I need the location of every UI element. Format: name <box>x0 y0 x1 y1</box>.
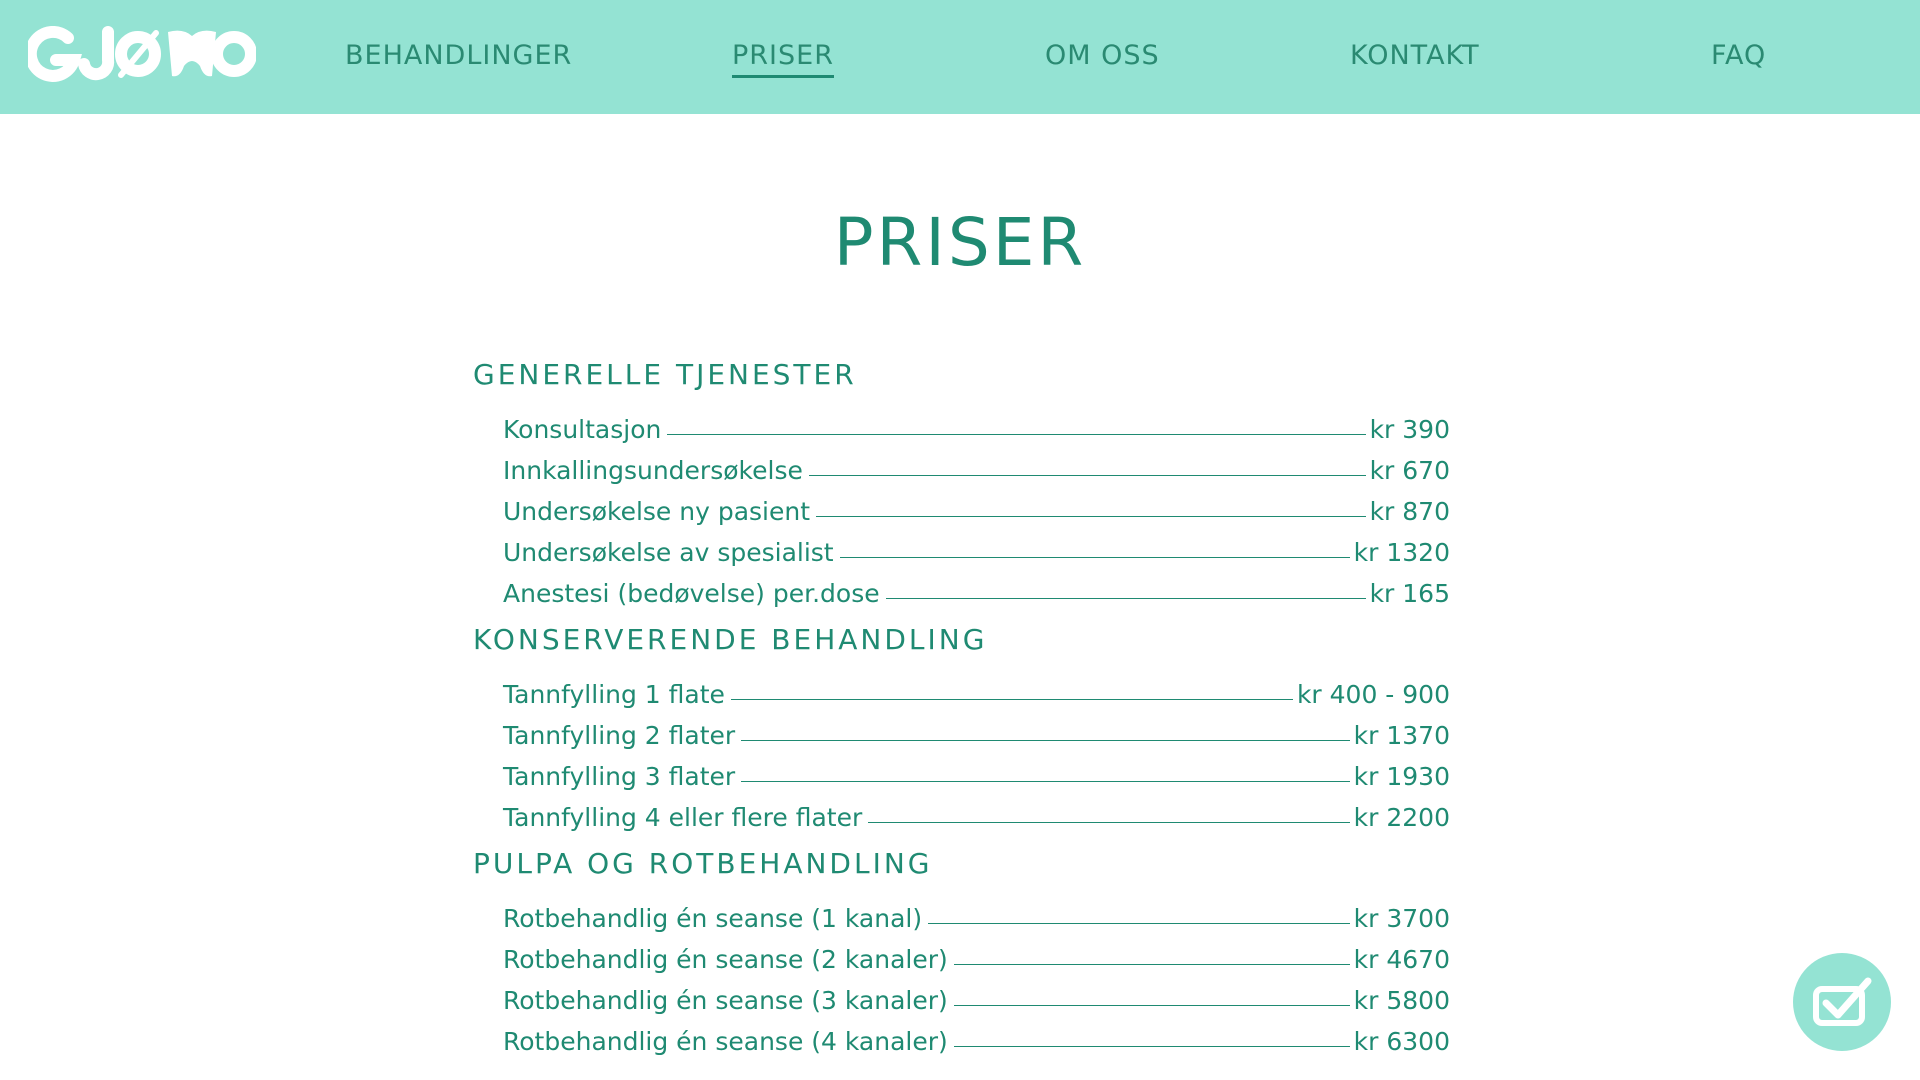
price-row: Tannfylling 4 eller flere flater kr 2200 <box>503 791 1450 832</box>
service-label: Tannfylling 1 flate <box>503 680 725 709</box>
service-label: Tannfylling 3 flater <box>503 762 736 791</box>
leader-line <box>741 740 1350 741</box>
nav-link-kontakt[interactable]: KONTAKT <box>1350 40 1480 71</box>
price-row: Tannfylling 1 flate kr 400 - 900 <box>503 668 1450 709</box>
section-generelle-tjenester: GENERELLE TJENESTER Konsultasjon kr 390 … <box>473 355 1450 608</box>
page-title: PRISER <box>833 204 1087 282</box>
nav-link-priser[interactable]: PRISER <box>732 40 834 78</box>
section-title: PULPA OG ROTBEHANDLING <box>473 847 933 880</box>
leader-line <box>808 475 1366 476</box>
leader-line <box>953 964 1350 965</box>
service-label: Tannfylling 2 flater <box>503 721 736 750</box>
service-label: Undersøkelse ny pasient <box>503 497 811 526</box>
service-label: Undersøkelse av spesialist <box>503 538 834 567</box>
floating-check-button[interactable] <box>1793 953 1891 1051</box>
service-label: Rotbehandlig én seanse (3 kanaler) <box>503 986 948 1015</box>
top-navigation: BEHANDLINGER PRISER OM OSS KONTAKT FAQ <box>0 0 1920 114</box>
service-price: kr 3700 <box>1353 904 1450 933</box>
price-list: GENERELLE TJENESTER Konsultasjon kr 390 … <box>473 355 1450 1056</box>
service-price: kr 165 <box>1369 579 1450 608</box>
price-row: Rotbehandlig én seanse (4 kanaler) kr 63… <box>503 1015 1450 1056</box>
service-price: kr 1370 <box>1353 721 1450 750</box>
price-row: Konsultasjon kr 390 <box>503 403 1450 444</box>
nav-link-om-oss[interactable]: OM OSS <box>1045 40 1160 71</box>
service-price: kr 2200 <box>1353 803 1450 832</box>
price-row: Rotbehandlig én seanse (2 kanaler) kr 46… <box>503 933 1450 974</box>
service-label: Innkallingsundersøkelse <box>503 456 803 485</box>
service-label: Rotbehandlig én seanse (2 kanaler) <box>503 945 948 974</box>
service-price: kr 5800 <box>1353 986 1450 1015</box>
leader-line <box>730 699 1293 700</box>
service-price: kr 1930 <box>1353 762 1450 791</box>
leader-line <box>741 781 1350 782</box>
price-row: Rotbehandlig én seanse (1 kanal) kr 3700 <box>503 892 1450 933</box>
price-row: Undersøkelse ny pasient kr 870 <box>503 485 1450 526</box>
nav-link-faq[interactable]: FAQ <box>1711 40 1766 71</box>
price-row: Rotbehandlig én seanse (3 kanaler) kr 58… <box>503 974 1450 1015</box>
service-price: kr 6300 <box>1353 1027 1450 1056</box>
checkbox-check-icon <box>1813 977 1872 1026</box>
service-label: Tannfylling 4 eller flere flater <box>503 803 863 832</box>
service-price: kr 870 <box>1369 497 1450 526</box>
leader-line <box>953 1005 1350 1006</box>
service-price: kr 4670 <box>1353 945 1450 974</box>
gjowo-logo[interactable] <box>28 26 256 82</box>
section-title: GENERELLE TJENESTER <box>473 358 857 391</box>
leader-line <box>928 923 1350 924</box>
service-label: Konsultasjon <box>503 415 662 444</box>
leader-line <box>667 434 1366 435</box>
service-label: Rotbehandlig én seanse (4 kanaler) <box>503 1027 948 1056</box>
price-row: Undersøkelse av spesialist kr 1320 <box>503 526 1450 567</box>
service-price: kr 400 - 900 <box>1296 680 1450 709</box>
leader-line <box>885 598 1366 599</box>
price-row: Innkallingsundersøkelse kr 670 <box>503 444 1450 485</box>
service-price: kr 670 <box>1369 456 1450 485</box>
service-price: kr 390 <box>1369 415 1450 444</box>
leader-line <box>816 516 1366 517</box>
section-konserverende-behandling: KONSERVERENDE BEHANDLING Tannfylling 1 f… <box>473 620 1450 832</box>
nav-link-behandlinger[interactable]: BEHANDLINGER <box>345 40 572 71</box>
service-label: Rotbehandlig én seanse (1 kanal) <box>503 904 923 933</box>
leader-line <box>953 1046 1350 1047</box>
section-pulpa-og-rotbehandling: PULPA OG ROTBEHANDLING Rotbehandlig én s… <box>473 844 1450 1056</box>
price-row: Tannfylling 2 flater kr 1370 <box>503 709 1450 750</box>
service-label: Anestesi (bedøvelse) per.dose <box>503 579 880 608</box>
leader-line <box>839 557 1350 558</box>
service-price: kr 1320 <box>1353 538 1450 567</box>
leader-line <box>868 822 1350 823</box>
section-title: KONSERVERENDE BEHANDLING <box>473 623 988 656</box>
price-row: Tannfylling 3 flater kr 1930 <box>503 750 1450 791</box>
price-row: Anestesi (bedøvelse) per.dose kr 165 <box>503 567 1450 608</box>
